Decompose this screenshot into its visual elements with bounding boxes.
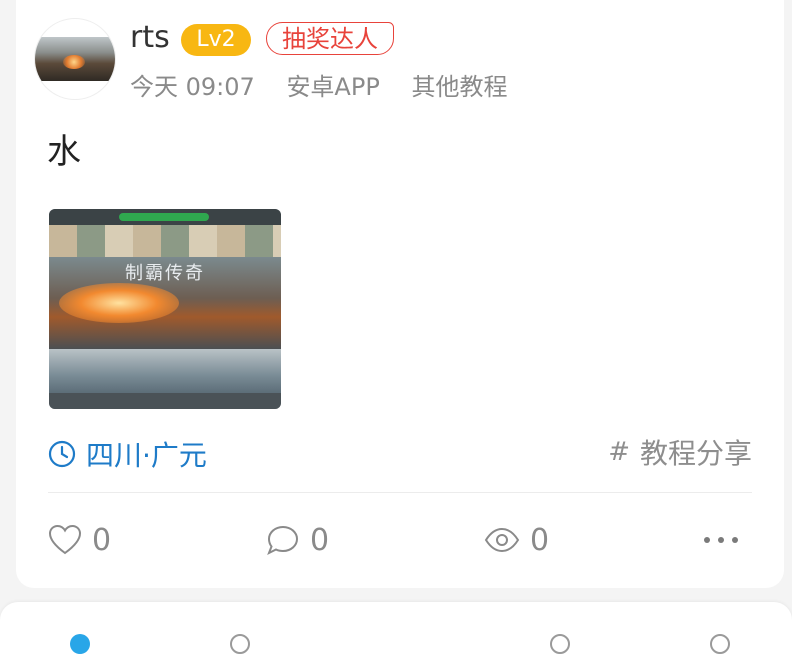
image-caption: 制霸传奇 [125,263,205,284]
title-badge: 抽奖达人 [266,22,394,55]
heart-icon [48,524,82,555]
post-image[interactable]: 制霸传奇 [49,209,281,409]
image-board [49,225,281,257]
post-source: 安卓APP [286,73,380,101]
tab-home-icon[interactable] [70,634,90,654]
post-card: rts Lv2 抽奖达人 今天 09:07 安卓APP 其他教程 水 制霸传奇 … [16,0,784,588]
post-time: 今天 09:07 [130,73,255,101]
location-link[interactable]: 四川·广元 [48,436,207,472]
speech-bubble-icon [267,525,299,556]
more-button[interactable] [704,520,738,560]
tab-message-icon[interactable] [550,634,570,654]
avatar[interactable] [34,18,116,100]
like-count: 0 [92,522,112,558]
ellipsis-icon [704,537,710,543]
hash-icon: # [608,437,630,467]
tab-discover-icon[interactable] [230,634,250,654]
location-text: 四川·广元 [86,439,207,472]
topic-text: 教程分享 [639,437,752,470]
image-fire [59,283,179,323]
views-button[interactable]: 0 [484,520,549,560]
divider [48,492,752,493]
comment-count: 0 [310,522,330,558]
topic-tag[interactable]: # 教程分享 [608,434,752,470]
comment-button[interactable]: 0 [266,520,329,560]
post-meta: 今天 09:07 安卓APP 其他教程 [130,70,531,104]
image-nav-strip [49,393,281,409]
views-count: 0 [530,522,550,558]
image-status-strip [49,209,281,225]
bottom-tab-bar [0,602,792,662]
like-button[interactable]: 0 [48,520,111,560]
image-lower-scene [49,349,281,393]
avatar-image [35,37,115,81]
post-category[interactable]: 其他教程 [411,73,507,101]
author-name[interactable]: rts [130,18,170,58]
level-badge: Lv2 [181,24,251,56]
eye-icon [484,527,520,553]
clock-icon [48,440,76,468]
post-content[interactable]: 水 [47,130,81,174]
tab-profile-icon[interactable] [710,634,730,654]
